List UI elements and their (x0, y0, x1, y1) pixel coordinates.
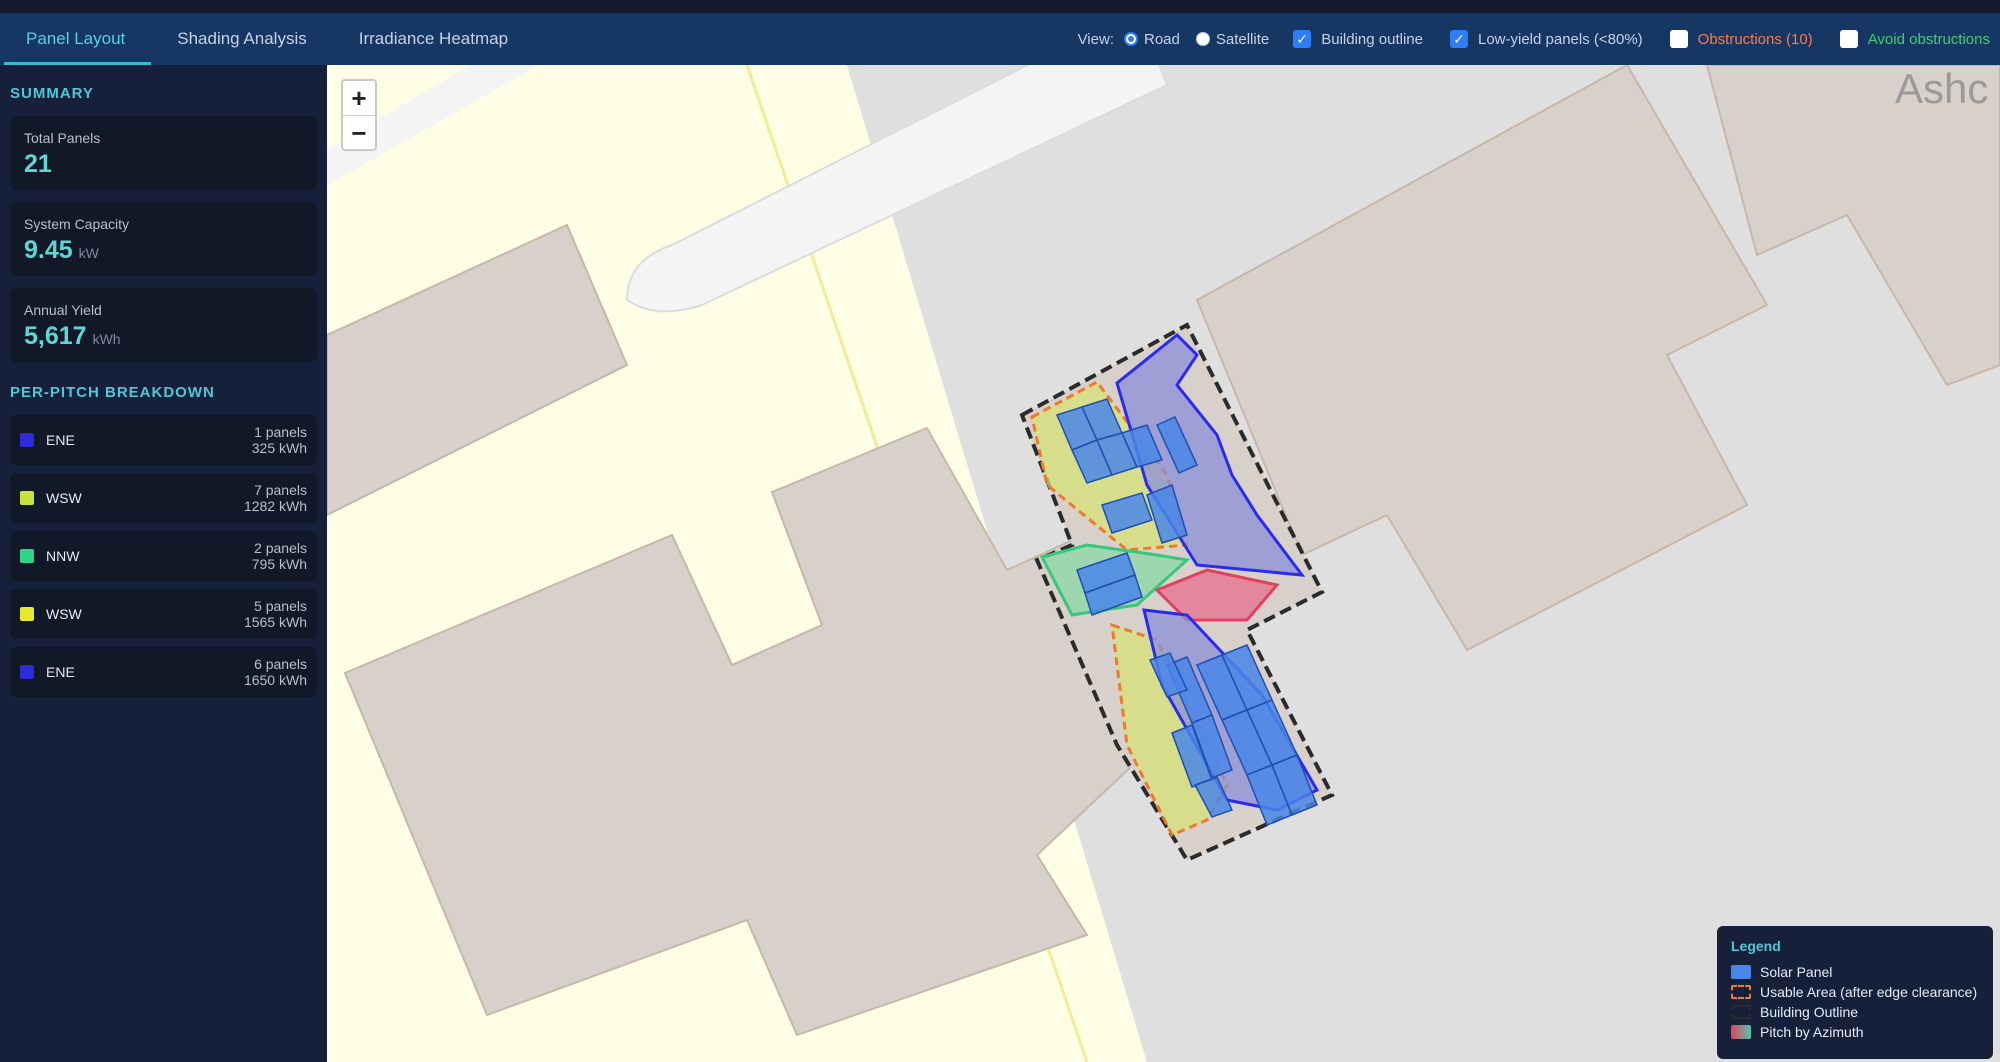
building-outline-label[interactable]: Building outline (1321, 31, 1423, 48)
annual-yield-label: Annual Yield (24, 302, 102, 318)
zoom-control: + − (341, 79, 377, 151)
pitch-kwh: 1565 kWh (243, 614, 307, 630)
map-view[interactable]: Ashc + − (327, 65, 2000, 1062)
yield-unit: kWh (92, 331, 121, 347)
pitch-azimuth-swatch (1731, 1025, 1751, 1039)
legend-row-solar-panel: Solar Panel (1731, 962, 1979, 982)
pitch-color-swatch (20, 665, 34, 679)
map-legend: Legend Solar Panel Usable Area (after ed… (1717, 926, 1993, 1059)
view-controls: View: Road Satellite ✓ Building outline … (1078, 13, 1990, 65)
road-label[interactable]: Road (1144, 31, 1180, 48)
pitch-panels: 7 panels (254, 482, 307, 498)
pitch-item[interactable]: NNW 2 panels 795 kWh (10, 531, 317, 581)
breakdown-title: PER-PITCH BREAKDOWN (10, 384, 215, 401)
pitch-kwh: 1282 kWh (243, 498, 307, 514)
building-outline-checkbox[interactable]: ✓ (1293, 30, 1312, 48)
total-panels-card: Total Panels 21 (10, 116, 317, 190)
legend-usable-area-label: Usable Area (after edge clearance) (1760, 984, 1978, 1000)
pitch-item[interactable]: WSW 7 panels 1282 kWh (10, 473, 317, 523)
legend-solar-panel-label: Solar Panel (1760, 964, 1833, 980)
zoom-out-button[interactable]: − (343, 116, 375, 151)
pitch-item[interactable]: ENE 6 panels 1650 kWh (10, 647, 317, 697)
annual-yield-card: Annual Yield 5,617 kWh (10, 288, 317, 362)
obstructions-label[interactable]: Obstructions (10) (1698, 31, 1813, 48)
satellite-label[interactable]: Satellite (1216, 31, 1269, 48)
pitch-kwh: 795 kWh (251, 556, 307, 572)
system-capacity-label: System Capacity (24, 216, 130, 232)
pitch-name: WSW (46, 606, 82, 622)
obstructions-checkbox[interactable] (1669, 30, 1688, 48)
pitch-name: WSW (46, 490, 82, 506)
pitch-item[interactable]: WSW 5 panels 1565 kWh (10, 589, 317, 639)
summary-title: SUMMARY (10, 85, 94, 102)
tab-shading-analysis[interactable]: Shading Analysis (151, 13, 332, 65)
tab-irradiance-heatmap[interactable]: Irradiance Heatmap (333, 13, 534, 65)
tab-panel-layout[interactable]: Panel Layout (0, 13, 152, 65)
legend-row-building-outline: Building Outline (1731, 1002, 1979, 1022)
pitch-kwh: 1650 kWh (243, 672, 307, 688)
low-yield-label[interactable]: Low-yield panels (<80%) (1478, 31, 1643, 48)
pitch-color-swatch (20, 549, 34, 563)
building-outline-swatch (1731, 1005, 1751, 1019)
pitch-item[interactable]: ENE 1 panels 325 kWh (10, 415, 317, 465)
capacity-unit: kW (78, 245, 99, 261)
total-panels-label: Total Panels (24, 130, 101, 146)
road-radio[interactable] (1124, 32, 1138, 46)
map-place-label: Ashc (1895, 65, 1989, 112)
pitch-kwh: 325 kWh (251, 440, 307, 456)
legend-row-usable-area: Usable Area (after edge clearance) (1731, 982, 1979, 1002)
satellite-radio[interactable] (1195, 32, 1210, 46)
avoid-obstructions-label[interactable]: Avoid obstructions (1868, 31, 1990, 48)
legend-row-pitch-azimuth: Pitch by Azimuth (1731, 1022, 1979, 1042)
legend-building-outline-label: Building Outline (1760, 1004, 1859, 1020)
legend-pitch-azimuth-label: Pitch by Azimuth (1760, 1024, 1864, 1040)
zoom-in-button[interactable]: + (343, 81, 375, 116)
pitch-panels: 1 panels (254, 424, 307, 440)
pitch-panels: 5 panels (254, 598, 307, 614)
pitch-color-swatch (20, 433, 34, 447)
pitch-name: ENE (46, 664, 75, 680)
solar-panel-swatch (1731, 965, 1751, 979)
total-panels-value: 21 (24, 150, 52, 178)
pitch-color-swatch (20, 491, 34, 505)
window-top-strip (0, 0, 2000, 13)
annual-yield-value: 5,617 kWh (24, 322, 121, 350)
avoid-obstructions-checkbox[interactable] (1839, 30, 1858, 48)
usable-area-swatch (1731, 985, 1751, 999)
system-capacity-card: System Capacity 9.45 kW (10, 202, 317, 276)
pitch-panels: 2 panels (254, 540, 307, 556)
map-canvas[interactable] (327, 65, 2000, 1062)
pitch-color-swatch (20, 607, 34, 621)
pitch-name: NNW (46, 548, 80, 564)
legend-title: Legend (1731, 938, 1781, 954)
sidebar: SUMMARY Total Panels 21 System Capacity … (0, 65, 327, 1062)
view-label: View: (1077, 30, 1114, 48)
pitch-panels: 6 panels (254, 656, 307, 672)
low-yield-checkbox[interactable]: ✓ (1449, 30, 1468, 48)
pitch-name: ENE (46, 432, 75, 448)
system-capacity-value: 9.45 kW (24, 236, 99, 264)
